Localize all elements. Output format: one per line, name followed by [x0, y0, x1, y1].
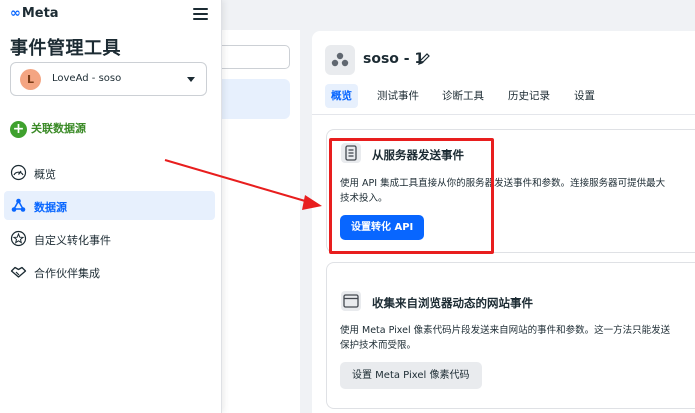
meta-logo-text: Meta: [21, 6, 59, 21]
server-card-description: 使用 API 集成工具直接从你的服务器发送事件和参数。连接服务器可提供最大 技术…: [340, 176, 695, 206]
custom-conversion-icon: [10, 230, 27, 247]
server-card-description-line2: 技术投入。: [340, 193, 388, 204]
connect-data-source-label: 关联数据源: [31, 122, 86, 135]
dataset-detail-panel: soso - 1 概览 测试事件 诊断工具 历史记录 设置 从服务器发送事件 使…: [312, 31, 695, 413]
selected-data-source-row[interactable]: [221, 79, 290, 119]
browser-card-description-line1: 使用 Meta Pixel 像素代码片段发送来自网站的事件和参数。这一方法只能发…: [340, 325, 671, 336]
tab-history[interactable]: 历史记录: [502, 84, 556, 108]
dataset-icon: [325, 45, 355, 75]
setup-meta-pixel-button[interactable]: 设置 Meta Pixel 像素代码: [340, 362, 482, 389]
sidebar-item-overview[interactable]: 概览: [4, 158, 215, 187]
plus-circle-icon: +: [10, 120, 27, 138]
server-card-description-line1: 使用 API 集成工具直接从你的服务器发送事件和参数。连接服务器可提供最大: [340, 178, 666, 189]
server-icon: [341, 143, 361, 163]
browser-events-card: 收集来自浏览器动态的网站事件 使用 Meta Pixel 像素代码片段发送来自网…: [326, 262, 695, 409]
browser-card-description-line2: 保护技术而受限。: [340, 340, 417, 351]
edit-pencil-icon[interactable]: [417, 51, 431, 65]
sidebar-item-label: 合作伙伴集成: [34, 267, 100, 280]
sidebar: ∞Meta 事件管理工具 L LoveAd - soso + 关联数据源 概览 数…: [0, 0, 222, 413]
app-title: 事件管理工具: [10, 38, 121, 59]
account-name: LoveAd - soso: [52, 73, 122, 84]
account-selector[interactable]: L LoveAd - soso: [10, 62, 207, 96]
setup-conversions-api-button[interactable]: 设置转化 API: [340, 215, 425, 240]
dataset-name: soso - 1: [363, 51, 425, 67]
server-card-title: 从服务器发送事件: [372, 148, 464, 162]
hamburger-menu-icon[interactable]: [193, 8, 208, 20]
sidebar-item-partner-integrations[interactable]: 合作伙伴集成: [4, 257, 215, 286]
tab-settings[interactable]: 设置: [568, 84, 601, 108]
sidebar-item-label: 自定义转化事件: [34, 234, 111, 247]
top-bar-background: [221, 0, 695, 30]
meta-logo: ∞Meta: [10, 6, 59, 21]
data-source-search-input[interactable]: [221, 45, 290, 69]
data-sources-icon: [10, 197, 27, 214]
server-events-card: 从服务器发送事件 使用 API 集成工具直接从你的服务器发送事件和参数。连接服务…: [326, 129, 695, 253]
tab-diagnostics[interactable]: 诊断工具: [436, 84, 490, 108]
tab-test-events[interactable]: 测试事件: [371, 84, 425, 108]
avatar: L: [20, 69, 41, 90]
tab-overview[interactable]: 概览: [325, 84, 358, 108]
sidebar-item-label: 概览: [34, 168, 56, 181]
browser-window-icon: [341, 291, 361, 311]
caret-down-icon: [187, 77, 195, 82]
sidebar-item-custom-conversions[interactable]: 自定义转化事件: [4, 224, 215, 253]
gauge-icon: [10, 164, 27, 181]
handshake-icon: [10, 263, 27, 280]
browser-card-title: 收集来自浏览器动态的网站事件: [372, 296, 533, 310]
tab-divider: [312, 114, 695, 115]
connect-data-source-button[interactable]: + 关联数据源: [10, 120, 86, 138]
meta-infinity-icon: ∞: [10, 6, 21, 21]
sidebar-item-label: 数据源: [34, 201, 67, 214]
browser-card-description: 使用 Meta Pixel 像素代码片段发送来自网站的事件和参数。这一方法只能发…: [340, 323, 695, 353]
sidebar-item-data-sources[interactable]: 数据源: [4, 191, 215, 220]
